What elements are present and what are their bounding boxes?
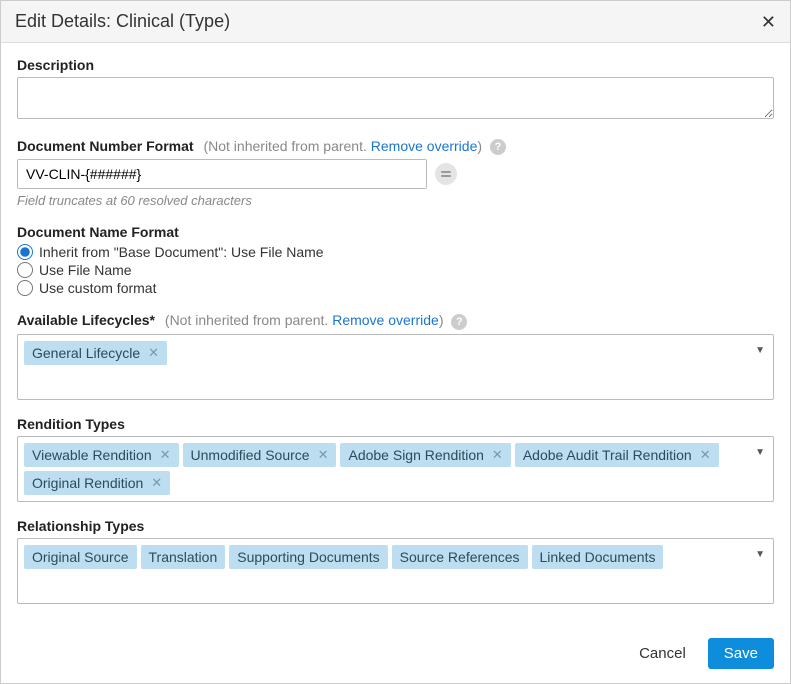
lifecycles-remove-override-link[interactable]: Remove override: [332, 312, 439, 328]
tag-label: Adobe Sign Rendition: [348, 446, 483, 464]
tag: Unmodified Source ✕: [183, 443, 337, 467]
description-label: Description: [17, 57, 94, 73]
doc-number-label: Document Number Format: [17, 138, 194, 154]
lifecycles-multiselect[interactable]: General Lifecycle ✕ ▼: [17, 334, 774, 400]
doc-name-option-custom[interactable]: Use custom format: [17, 280, 774, 296]
lifecycles-field: Available Lifecycles* (Not inherited fro…: [17, 312, 774, 399]
tag: Linked Documents: [532, 545, 664, 569]
token-picker-icon[interactable]: [435, 163, 457, 185]
description-field: Description: [17, 57, 774, 122]
cancel-button[interactable]: Cancel: [631, 639, 694, 668]
tag: Original Rendition ✕: [24, 471, 170, 495]
tag-remove-icon[interactable]: ✕: [492, 446, 503, 464]
lifecycles-label: Available Lifecycles*: [17, 312, 155, 328]
doc-number-remove-override-link[interactable]: Remove override: [371, 138, 478, 154]
tag: Supporting Documents: [229, 545, 387, 569]
dialog-body: Description Document Number Format (Not …: [1, 43, 790, 628]
help-icon[interactable]: ?: [451, 314, 467, 330]
chevron-down-icon[interactable]: ▼: [755, 447, 765, 458]
save-button[interactable]: Save: [708, 638, 774, 669]
doc-name-radio-filename[interactable]: [17, 262, 33, 278]
renditions-multiselect[interactable]: Viewable Rendition✕Unmodified Source✕Ado…: [17, 436, 774, 502]
tag: Original Source: [24, 545, 137, 569]
edit-details-dialog: Edit Details: Clinical (Type) ✕ Descript…: [0, 0, 791, 684]
doc-number-input[interactable]: [17, 159, 427, 189]
dialog-header: Edit Details: Clinical (Type) ✕: [1, 1, 790, 43]
renditions-field: Rendition Types Viewable Rendition✕Unmod…: [17, 416, 774, 502]
tag-remove-icon[interactable]: ✕: [151, 474, 162, 492]
tag-label: Linked Documents: [540, 548, 656, 566]
tag-label: Original Source: [32, 548, 129, 566]
tag: Adobe Sign Rendition ✕: [340, 443, 510, 467]
tag: Viewable Rendition ✕: [24, 443, 179, 467]
dialog-footer: Cancel Save: [1, 628, 790, 683]
doc-name-radio-custom[interactable]: [17, 280, 33, 296]
tag: Translation: [141, 545, 226, 569]
tag-label: Supporting Documents: [237, 548, 379, 566]
relationships-label: Relationship Types: [17, 518, 144, 534]
dialog-title: Edit Details: Clinical (Type): [15, 11, 230, 32]
tag-label: Translation: [149, 548, 218, 566]
doc-name-radio-inherit[interactable]: [17, 244, 33, 260]
tag-label: Viewable Rendition: [32, 446, 152, 464]
chevron-down-icon[interactable]: ▼: [755, 549, 765, 560]
tag: Source References: [392, 545, 528, 569]
doc-name-radio-group: Inherit from "Base Document": Use File N…: [17, 244, 774, 296]
tag-label: General Lifecycle: [32, 344, 140, 362]
relationships-multiselect[interactable]: Original Source Translation Supporting Doc…: [17, 538, 774, 604]
tag-remove-icon[interactable]: ✕: [160, 446, 171, 464]
doc-name-field: Document Name Format Inherit from "Base …: [17, 224, 774, 296]
tag-label: Adobe Audit Trail Rendition: [523, 446, 692, 464]
help-icon[interactable]: ?: [490, 139, 506, 155]
tag-label: Original Rendition: [32, 474, 143, 492]
tag-remove-icon[interactable]: ✕: [318, 446, 329, 464]
doc-number-helper: Field truncates at 60 resolved character…: [17, 193, 774, 208]
doc-number-hint: (Not inherited from parent. Remove overr…: [203, 138, 485, 154]
chevron-down-icon[interactable]: ▼: [755, 345, 765, 356]
close-icon[interactable]: ✕: [761, 13, 776, 31]
tag-remove-icon[interactable]: ✕: [700, 446, 711, 464]
tag-label: Unmodified Source: [191, 446, 310, 464]
doc-name-option-inherit[interactable]: Inherit from "Base Document": Use File N…: [17, 244, 774, 260]
tag-label: Source References: [400, 548, 520, 566]
description-input[interactable]: [17, 77, 774, 119]
lifecycles-hint: (Not inherited from parent. Remove overr…: [165, 312, 447, 328]
renditions-label: Rendition Types: [17, 416, 125, 432]
doc-name-label: Document Name Format: [17, 224, 179, 240]
tag: Adobe Audit Trail Rendition ✕: [515, 443, 719, 467]
tag: General Lifecycle ✕: [24, 341, 167, 365]
tag-remove-icon[interactable]: ✕: [148, 344, 159, 362]
doc-number-field: Document Number Format (Not inherited fr…: [17, 138, 774, 208]
doc-name-option-filename[interactable]: Use File Name: [17, 262, 774, 278]
relationships-field: Relationship Types Original Source Transl…: [17, 518, 774, 604]
